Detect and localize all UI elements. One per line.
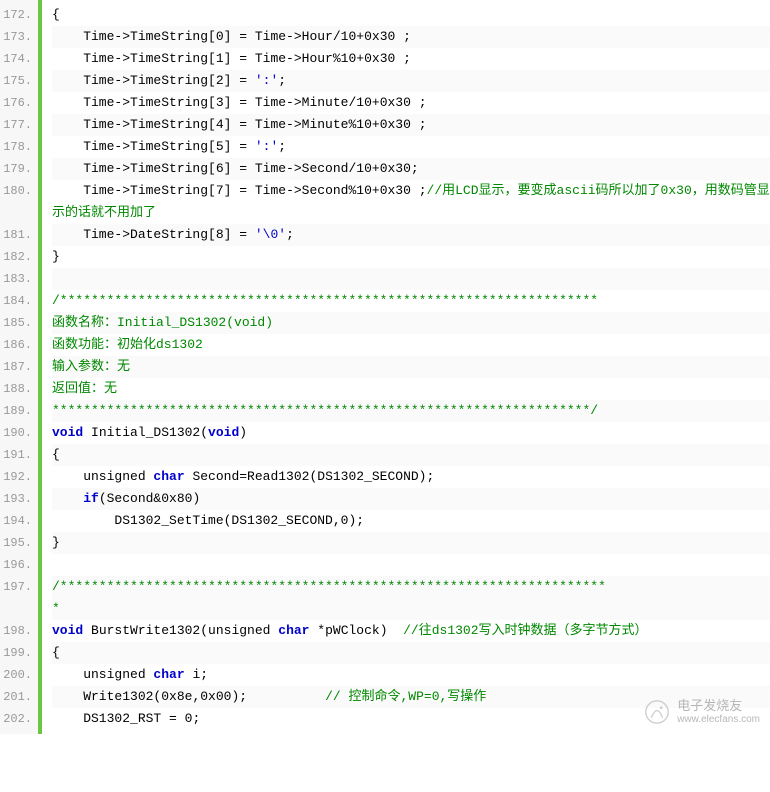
code-line: [52, 268, 770, 290]
code-line: Time->TimeString[2] = ':';: [52, 70, 770, 92]
watermark-url: www.elecfans.com: [677, 714, 760, 726]
code-line: Time->TimeString[4] = Time->Minute%10+0x…: [52, 114, 770, 136]
line-number: 186.: [0, 334, 38, 356]
line-number: 191.: [0, 444, 38, 466]
line-number: 176.: [0, 92, 38, 114]
code-line: Time->TimeString[3] = Time->Minute/10+0x…: [52, 92, 770, 114]
line-number: 177.: [0, 114, 38, 136]
code-area: { Time->TimeString[0] = Time->Hour/10+0x…: [42, 0, 770, 734]
code-line: Time->TimeString[0] = Time->Hour/10+0x30…: [52, 26, 770, 48]
line-number: 173.: [0, 26, 38, 48]
line-number: 189.: [0, 400, 38, 422]
watermark-title: 电子发烧友: [677, 698, 760, 714]
line-number: 194.: [0, 510, 38, 532]
code-line: ****************************************…: [52, 400, 770, 422]
code-line: [52, 554, 770, 576]
line-number-gutter: 172.173.174.175.176.177.178.179.180.181.…: [0, 0, 42, 734]
watermark: 电子发烧友 www.elecfans.com: [643, 698, 760, 726]
code-line: Time->DateString[8] = '\0';: [52, 224, 770, 246]
code-line: }: [52, 532, 770, 554]
line-number: 182.: [0, 246, 38, 268]
code-line: Time->TimeString[6] = Time->Second/10+0x…: [52, 158, 770, 180]
code-line: DS1302_SetTime(DS1302_SECOND,0);: [52, 510, 770, 532]
line-number: 180.: [0, 180, 38, 224]
code-line: /***************************************…: [52, 290, 770, 312]
code-line: unsigned char i;: [52, 664, 770, 686]
line-number: 197.: [0, 576, 38, 620]
line-number: 195.: [0, 532, 38, 554]
line-number: 175.: [0, 70, 38, 92]
code-line: unsigned char Second=Read1302(DS1302_SEC…: [52, 466, 770, 488]
code-line: Time->TimeString[1] = Time->Hour%10+0x30…: [52, 48, 770, 70]
code-line: 返回值：无: [52, 378, 770, 400]
line-number: 198.: [0, 620, 38, 642]
line-number: 188.: [0, 378, 38, 400]
line-number: 196.: [0, 554, 38, 576]
code-line: 函数名称：Initial_DS1302(void): [52, 312, 770, 334]
line-number: 179.: [0, 158, 38, 180]
line-number: 201.: [0, 686, 38, 708]
code-line: Time->TimeString[7] = Time->Second%10+0x…: [52, 180, 770, 224]
line-number: 187.: [0, 356, 38, 378]
code-line: {: [52, 642, 770, 664]
line-number: 183.: [0, 268, 38, 290]
line-number: 192.: [0, 466, 38, 488]
code-line: Time->TimeString[5] = ':';: [52, 136, 770, 158]
code-line: /***************************************…: [52, 576, 770, 620]
code-line: if(Second&0x80): [52, 488, 770, 510]
line-number: 184.: [0, 290, 38, 312]
code-line: 函数功能：初始化ds1302: [52, 334, 770, 356]
code-line: {: [52, 444, 770, 466]
line-number: 181.: [0, 224, 38, 246]
code-line: }: [52, 246, 770, 268]
line-number: 200.: [0, 664, 38, 686]
line-number: 185.: [0, 312, 38, 334]
code-line: void Initial_DS1302(void): [52, 422, 770, 444]
line-number: 190.: [0, 422, 38, 444]
code-line: void BurstWrite1302(unsigned char *pWClo…: [52, 620, 770, 642]
line-number: 199.: [0, 642, 38, 664]
logo-icon: [643, 698, 671, 726]
line-number: 178.: [0, 136, 38, 158]
line-number: 193.: [0, 488, 38, 510]
code-line: 输入参数：无: [52, 356, 770, 378]
line-number: 202.: [0, 708, 38, 730]
code-container: 172.173.174.175.176.177.178.179.180.181.…: [0, 0, 770, 734]
line-number: 174.: [0, 48, 38, 70]
line-number: 172.: [0, 4, 38, 26]
code-line: {: [52, 4, 770, 26]
watermark-text: 电子发烧友 www.elecfans.com: [677, 698, 760, 726]
